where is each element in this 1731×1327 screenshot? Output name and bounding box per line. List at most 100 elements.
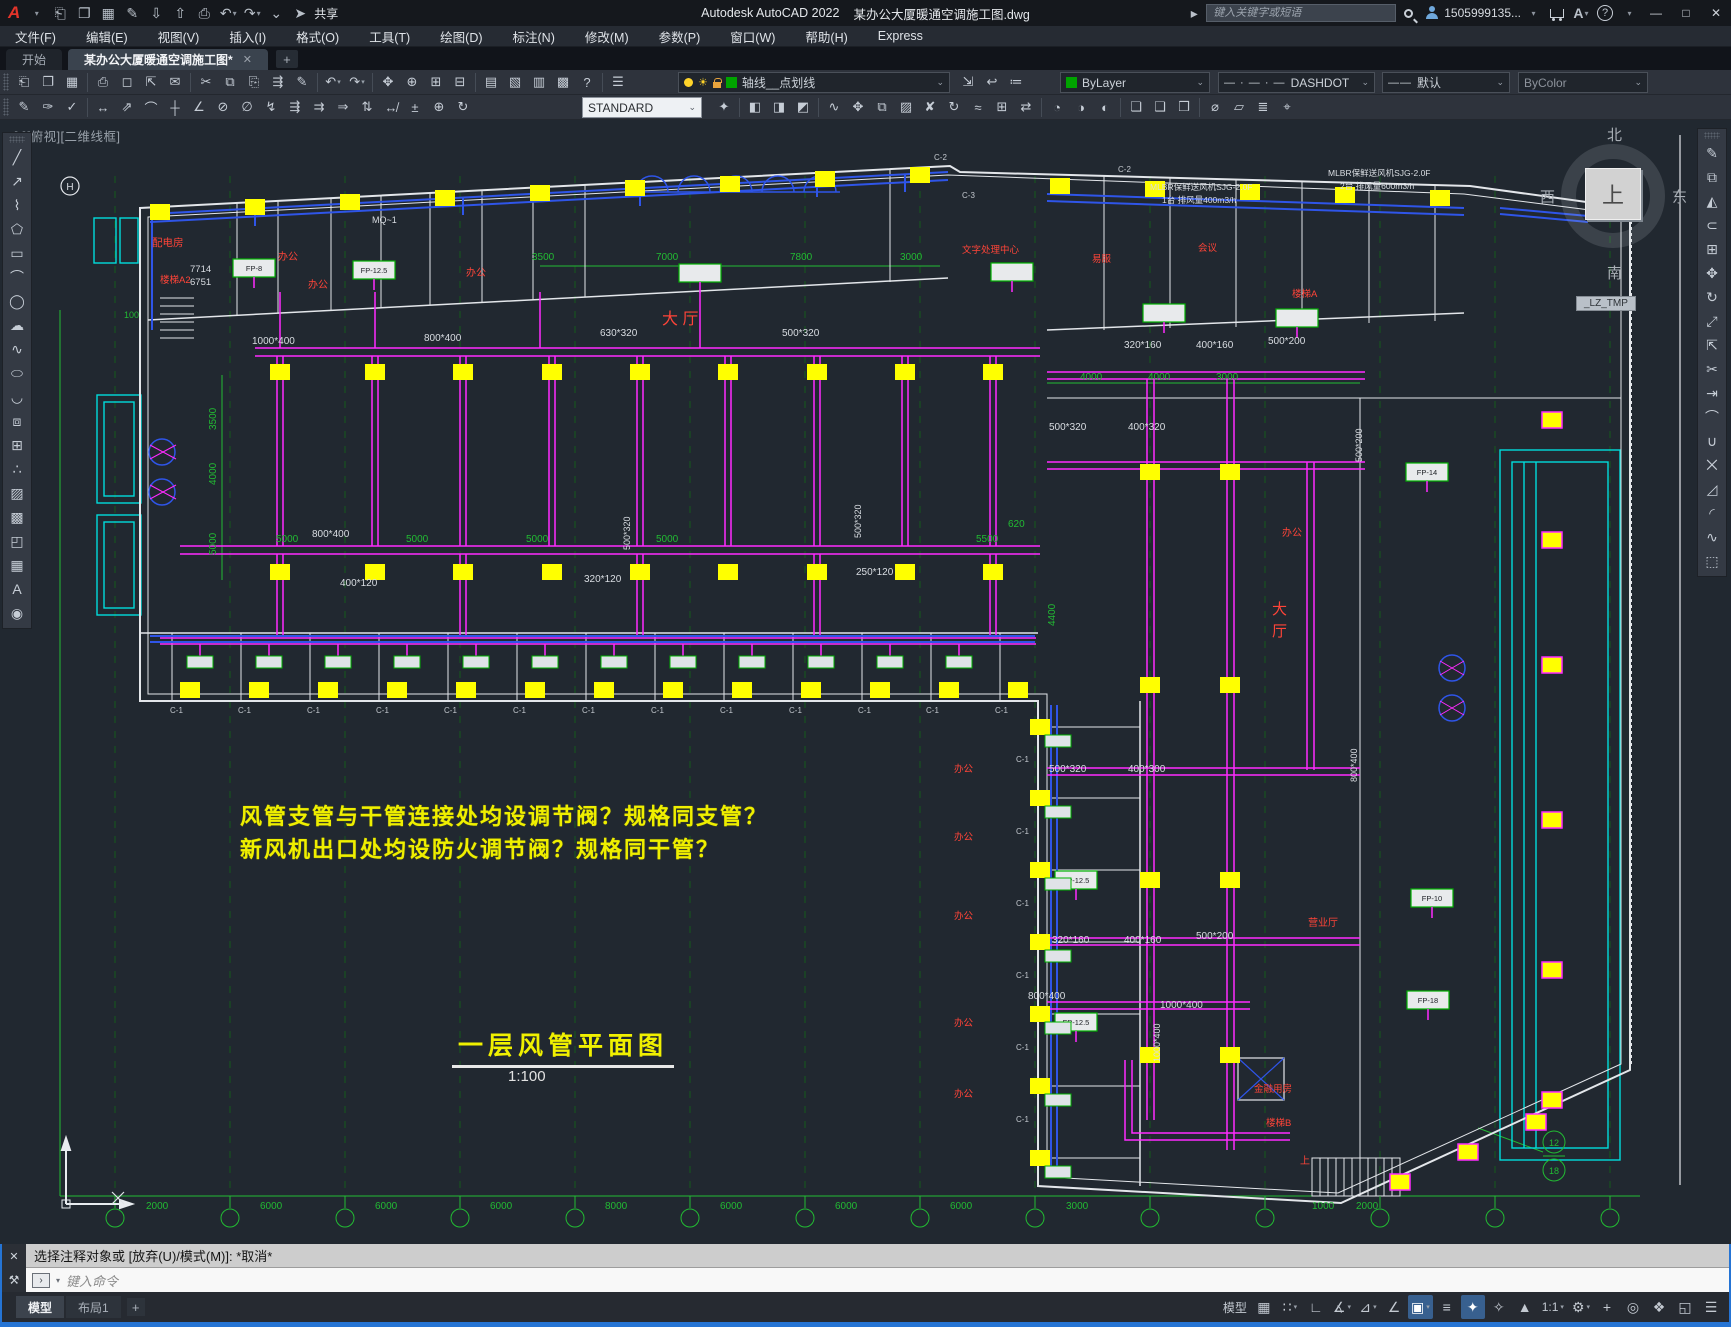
- region-icon[interactable]: ◰: [4, 529, 30, 553]
- customization-menu-icon[interactable]: ☰: [1699, 1295, 1723, 1319]
- polyline-icon[interactable]: ⌇: [4, 193, 30, 217]
- quick-dimension-icon[interactable]: ⇶: [283, 96, 307, 118]
- print-icon[interactable]: ⎙: [91, 71, 115, 93]
- multiline-text-icon[interactable]: A: [4, 577, 30, 601]
- dim-aligned-icon[interactable]: ⇗: [115, 96, 139, 118]
- command-prompt-arrow-icon[interactable]: ▾: [56, 1276, 60, 1285]
- minimize-button[interactable]: —: [1641, 1, 1671, 25]
- tool-palettes-icon[interactable]: ▥: [527, 71, 551, 93]
- cut-clip-icon[interactable]: ✂: [194, 71, 218, 93]
- menu-item-10[interactable]: 窗口(W): [715, 26, 790, 47]
- insert-block-icon[interactable]: ⧈: [4, 409, 30, 433]
- snap-mode-icon[interactable]: ∷ ▾: [1278, 1295, 1302, 1319]
- join-icon[interactable]: ⨉: [1699, 453, 1725, 477]
- hatch-icon[interactable]: ▨: [4, 481, 30, 505]
- gradient-icon[interactable]: ▩: [4, 505, 30, 529]
- ungroup-tool-icon[interactable]: ❑: [1148, 96, 1172, 118]
- polygon-icon[interactable]: ⬠: [4, 217, 30, 241]
- plotstyle-combo[interactable]: ByColor ⌄: [1518, 72, 1648, 93]
- menu-item-7[interactable]: 标注(N): [498, 26, 570, 47]
- quick-calc-icon[interactable]: ▩: [551, 71, 575, 93]
- publish-icon[interactable]: ⇱: [139, 71, 163, 93]
- text-style-arrow-icon[interactable]: ⌄: [688, 102, 696, 113]
- user-dropdown-icon[interactable]: ▾: [1521, 2, 1545, 24]
- search-input[interactable]: [1206, 4, 1397, 22]
- arc-icon[interactable]: ⌒: [4, 265, 30, 289]
- swivel-tool-icon[interactable]: ◑: [1069, 96, 1093, 118]
- tolerance-icon[interactable]: ±: [403, 96, 427, 118]
- draworder-send-to-back-icon[interactable]: ◨: [767, 96, 791, 118]
- dim-arc-length-icon[interactable]: ⌒: [139, 96, 163, 118]
- close-button[interactable]: ✕: [1701, 1, 1731, 25]
- lineweight-combo-arrow-icon[interactable]: ⌄: [1496, 77, 1504, 88]
- make-block-icon[interactable]: ⊞: [4, 433, 30, 457]
- id-point-icon[interactable]: ⌖: [1275, 96, 1299, 118]
- dim-diameter-icon[interactable]: ∅: [235, 96, 259, 118]
- help-dropdown-icon[interactable]: ▾: [1617, 2, 1641, 24]
- menu-item-12[interactable]: Express: [863, 26, 938, 47]
- add-layout-button[interactable]: +: [126, 1298, 145, 1316]
- block-editor-icon[interactable]: ✎: [290, 71, 314, 93]
- dim-radius-icon[interactable]: ⊘: [211, 96, 235, 118]
- ellipse-arc-icon[interactable]: ◡: [4, 385, 30, 409]
- break-at-point-icon[interactable]: ⌒: [1699, 405, 1725, 429]
- copy-clip-icon[interactable]: ⧉: [218, 71, 242, 93]
- isometric-drafting-icon[interactable]: ⊿ ▾: [1356, 1295, 1380, 1319]
- zoom-realtime-icon[interactable]: ⊕: [400, 71, 424, 93]
- line-icon[interactable]: ╱: [4, 145, 30, 169]
- plot-preview-icon[interactable]: ◻: [115, 71, 139, 93]
- design-center-icon[interactable]: ▧: [503, 71, 527, 93]
- color-combo-arrow-icon[interactable]: ⌄: [1196, 77, 1204, 88]
- linetype-combo[interactable]: — · — · — DASHDOT ⌄: [1218, 72, 1375, 93]
- area-tool-icon[interactable]: ▱: [1227, 96, 1251, 118]
- layer-previous-icon[interactable]: ↩: [980, 71, 1004, 93]
- dim-style-manager-icon[interactable]: ✦: [712, 96, 736, 118]
- linetype-combo-arrow-icon[interactable]: ⌄: [1361, 77, 1369, 88]
- dim-angular-icon[interactable]: ∠: [187, 96, 211, 118]
- customize-quick-access-icon[interactable]: ⌄: [264, 2, 288, 24]
- graphics-performance-icon[interactable]: ❖: [1647, 1295, 1671, 1319]
- dim-space-icon[interactable]: ⇅: [355, 96, 379, 118]
- move-icon[interactable]: ✥: [1699, 261, 1725, 285]
- compass-east[interactable]: 东: [1672, 186, 1687, 207]
- match-properties-icon[interactable]: ⇶: [266, 71, 290, 93]
- help-icon[interactable]: ?: [575, 71, 599, 93]
- menu-item-4[interactable]: 格式(O): [281, 26, 354, 47]
- dim-baseline-icon[interactable]: ⇉: [307, 96, 331, 118]
- layer-on-icon[interactable]: [684, 78, 693, 87]
- menu-item-0[interactable]: 文件(F): [0, 26, 71, 47]
- annotation-scale-icon-icon[interactable]: ▲: [1513, 1295, 1537, 1319]
- edit-polyline-icon[interactable]: ∿: [822, 96, 846, 118]
- edit-text-icon[interactable]: ✎: [12, 96, 36, 118]
- customize-wrench-icon[interactable]: ⚒: [2, 1268, 26, 1292]
- help-icon[interactable]: ?: [1597, 5, 1613, 21]
- paste-clip-icon[interactable]: ⎘: [242, 71, 266, 93]
- dim-continue-icon[interactable]: ⇒: [331, 96, 355, 118]
- collapse-search-icon[interactable]: ▸: [1182, 2, 1206, 24]
- etransmit-icon[interactable]: ✉: [163, 71, 187, 93]
- extend-icon[interactable]: ⇥: [1699, 381, 1725, 405]
- menu-item-3[interactable]: 插入(I): [214, 26, 281, 47]
- erase-icon[interactable]: ✎: [1699, 141, 1725, 165]
- command-input-line[interactable]: › ▾ 键入命令: [26, 1268, 1729, 1292]
- dim-ordinate-icon[interactable]: ┼: [163, 96, 187, 118]
- drawing-canvas[interactable]: FP-8 FP-12.5 FP-14 FP-10 FP-18 FP-12.5 FP-12.5…: [0, 120, 1731, 1244]
- point-style-icon[interactable]: ◉: [4, 601, 30, 625]
- workspace-switching-icon[interactable]: ⚙ ▾: [1569, 1295, 1593, 1319]
- menu-item-1[interactable]: 编辑(E): [71, 26, 143, 47]
- autodesk-app-icon[interactable]: A ▾: [1569, 2, 1593, 24]
- color-combo[interactable]: ByLayer ⌄: [1060, 72, 1210, 93]
- text-style-combo[interactable]: STANDARD ⌄: [582, 97, 702, 118]
- isolate-objects-icon[interactable]: ◎: [1621, 1295, 1645, 1319]
- app-store-cart-icon[interactable]: [1545, 2, 1569, 24]
- layer-states-icon[interactable]: ≔: [1004, 71, 1028, 93]
- group-tool-icon[interactable]: ❏: [1124, 96, 1148, 118]
- layer-combo[interactable]: ☀ 轴线__点划线 ⌄: [678, 72, 950, 93]
- tab-active-drawing[interactable]: 某办公大厦暖通空调施工图* ✕: [68, 49, 268, 70]
- annotation-scale-value-button[interactable]: 1:1 ▾: [1539, 1295, 1567, 1319]
- center-mark-icon[interactable]: ⊕: [427, 96, 451, 118]
- group-edit-icon[interactable]: ❒: [1172, 96, 1196, 118]
- sync-attributes-icon[interactable]: ⇄: [1014, 96, 1038, 118]
- chamfer-icon[interactable]: ◿: [1699, 477, 1725, 501]
- view-compass[interactable]: 北 南 西 东 上: [1538, 124, 1688, 284]
